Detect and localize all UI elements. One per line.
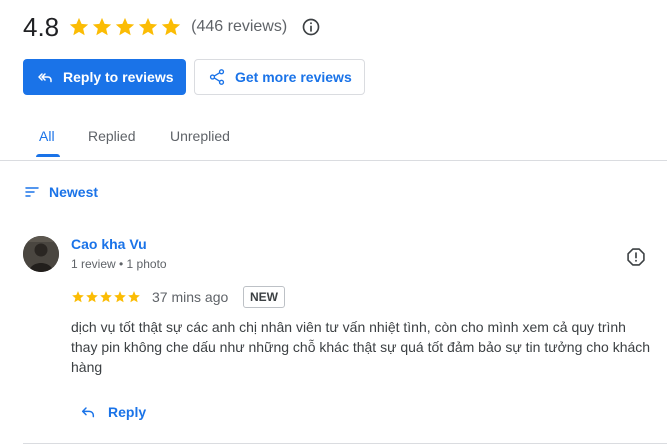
tab-all[interactable]: All bbox=[39, 112, 55, 159]
average-rating: 4.8 bbox=[23, 11, 60, 42]
report-icon[interactable] bbox=[626, 247, 646, 267]
star-icon bbox=[138, 17, 158, 36]
review-time: 37 mins ago bbox=[152, 289, 229, 305]
avatar-photo bbox=[23, 236, 59, 272]
new-badge: NEW bbox=[243, 286, 285, 308]
star-icon bbox=[72, 291, 84, 303]
active-tab-indicator bbox=[36, 154, 60, 157]
star-icon bbox=[128, 291, 140, 303]
star-icon bbox=[86, 291, 98, 303]
rating-summary: 4.8 (446 reviews) bbox=[23, 10, 321, 44]
sort-icon bbox=[25, 187, 39, 197]
get-more-reviews-button[interactable]: Get more reviews bbox=[194, 59, 365, 95]
tab-unreplied[interactable]: Unreplied bbox=[170, 112, 230, 159]
review-count: (446 reviews) bbox=[191, 18, 288, 35]
star-icon bbox=[92, 17, 112, 36]
get-more-reviews-label: Get more reviews bbox=[235, 69, 352, 85]
avatar[interactable] bbox=[23, 236, 59, 272]
star-icon bbox=[114, 291, 126, 303]
review-rating-stars bbox=[71, 290, 141, 304]
tab-replied[interactable]: Replied bbox=[88, 112, 135, 159]
reply-to-reviews-label: Reply to reviews bbox=[63, 69, 174, 85]
share-icon bbox=[209, 69, 225, 85]
reviewer-name[interactable]: Cao kha Vu bbox=[71, 236, 147, 252]
reply-label: Reply bbox=[108, 404, 147, 420]
reply-icon bbox=[81, 407, 95, 418]
reviewer-meta: 1 review • 1 photo bbox=[71, 257, 167, 271]
star-icon bbox=[100, 291, 112, 303]
star-icon bbox=[161, 17, 181, 36]
review-tabs: All Replied Unreplied bbox=[0, 112, 667, 161]
star-icon bbox=[115, 17, 135, 36]
rating-stars bbox=[68, 16, 182, 38]
sort-label: Newest bbox=[49, 184, 99, 200]
sort-dropdown[interactable]: Newest bbox=[24, 184, 98, 200]
info-icon[interactable] bbox=[301, 17, 321, 37]
divider bbox=[23, 443, 667, 444]
reply-button[interactable]: Reply bbox=[80, 404, 146, 420]
star-icon bbox=[69, 17, 89, 36]
reply-all-icon bbox=[38, 73, 52, 83]
review-text: dịch vụ tốt thật sự các anh chị nhân viê… bbox=[71, 319, 651, 375]
reply-to-reviews-button[interactable]: Reply to reviews bbox=[23, 59, 186, 95]
